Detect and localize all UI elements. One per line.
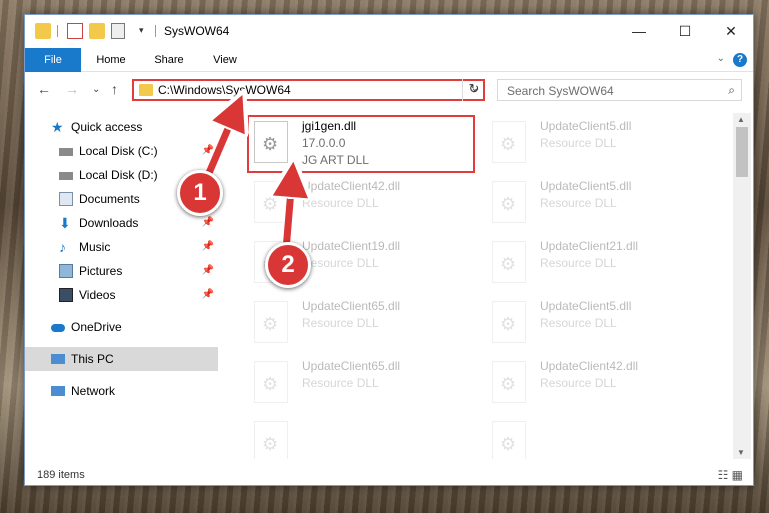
step-1-badge: 1	[177, 170, 223, 216]
step-2-badge: 2	[265, 242, 311, 288]
arrow-1	[202, 110, 236, 182]
annotation-arrows	[200, 0, 769, 256]
